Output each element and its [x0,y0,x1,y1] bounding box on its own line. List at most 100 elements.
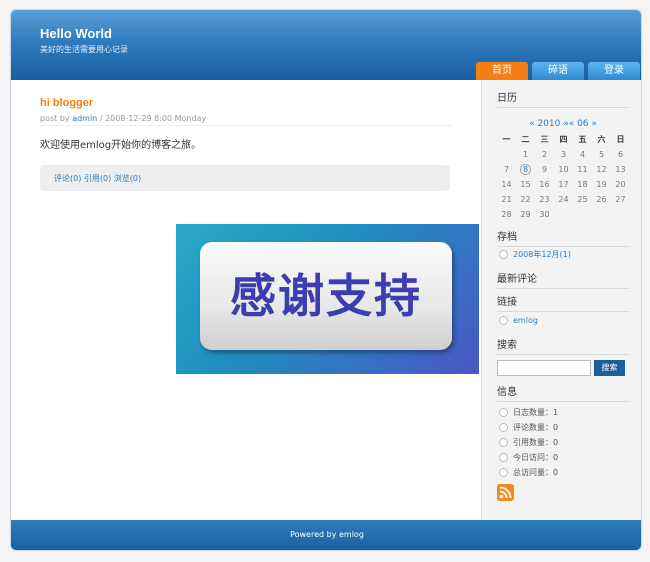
calendar-day[interactable]: 23 [535,192,554,207]
calendar-day[interactable]: 20 [611,177,630,192]
calendar-week-row: 28 29 30 [497,207,630,222]
link-item[interactable]: emlog [499,316,538,325]
sidebar: 日历 « 2010 »« 06 » 一二三四五六日 1 2 3 4 5 6 7 8 9 10 11 1… [481,80,641,520]
calendar-weekday: 四 [559,135,568,144]
nav-home[interactable]: 首页 [476,62,528,80]
calendar-day[interactable]: 7 [497,162,516,177]
calendar-day[interactable]: 30 [535,207,554,222]
bullet-icon [499,316,508,325]
calendar-day[interactable]: 8 [516,162,535,177]
post-meta: post by admin / 2008-12-29 8:00 Monday [40,114,452,126]
post-body: 欢迎使用emlog开始你的博客之旅。 [40,140,202,151]
banner-plate: 感谢支持 [200,242,452,350]
info-today-visits: 今日访问：0 [513,453,559,462]
calendar-nav[interactable]: « 2010 »« 06 » [497,119,629,129]
calendar-weekday: 六 [597,135,606,144]
calendar-day[interactable]: 15 [516,177,535,192]
bullet-icon [499,468,508,477]
bullet-icon [499,453,508,462]
search-input[interactable] [497,360,591,376]
bullet-icon [499,408,508,417]
calendar-day[interactable]: 22 [516,192,535,207]
trackbacks-link[interactable]: 引用(0) [84,174,111,183]
thanks-banner-image: 感谢支持 [176,224,479,374]
calendar-weekday: 一 [502,135,511,144]
rss-icon[interactable] [497,484,514,501]
info-heading: 信息 [497,383,629,402]
calendar-day[interactable]: 18 [573,177,592,192]
calendar-day[interactable]: 17 [554,177,573,192]
calendar-day[interactable]: 12 [592,162,611,177]
calendar-day[interactable]: 29 [516,207,535,222]
nav-login[interactable]: 登录 [588,62,640,80]
bullet-icon [499,423,508,432]
calendar-day [497,147,516,162]
calendar-day [611,207,630,222]
post-meta-prefix: post by [40,114,70,123]
calendar-day [592,207,611,222]
bullet-icon [499,438,508,447]
calendar-day[interactable]: 4 [573,147,592,162]
archive-heading: 存档 [497,228,629,247]
calendar-weekday: 五 [578,135,587,144]
calendar-day[interactable]: 2 [535,147,554,162]
calendar-weekday-row: 一二三四五六日 [497,132,630,147]
calendar-weekday: 二 [521,135,530,144]
calendar-day[interactable]: 9 [535,162,554,177]
calendar-weekday: 三 [540,135,549,144]
calendar-today-marker[interactable]: 8 [519,164,532,175]
emlog-link[interactable]: emlog [513,316,538,325]
calendar-day[interactable]: 16 [535,177,554,192]
post-meta-date: / 2008-12-29 8:00 Monday [99,114,207,123]
info-post-count: 日志数量：1 [513,408,559,417]
calendar-week-row: 21 22 23 24 25 26 27 [497,192,630,207]
recent-comments-heading: 最新评论 [497,270,629,289]
calendar-day[interactable]: 25 [573,192,592,207]
calendar-day[interactable]: 1 [516,147,535,162]
calendar-day[interactable]: 24 [554,192,573,207]
calendar-day[interactable]: 26 [592,192,611,207]
calendar-day [573,207,592,222]
links-heading: 链接 [497,293,629,312]
calendar-day[interactable]: 13 [611,162,630,177]
calendar-day[interactable]: 28 [497,207,516,222]
site-header: Hello World 美好的生活需要用心记录 首页 碎语 登录 [11,10,641,80]
calendar-day[interactable]: 6 [611,147,630,162]
calendar-week-row: 123456 [497,147,630,162]
calendar-day[interactable]: 19 [592,177,611,192]
views-link[interactable]: 浏览(0) [114,174,141,183]
calendar-day[interactable]: 27 [611,192,630,207]
info-trackback-count: 引用数量：0 [513,438,559,447]
calendar-week-row: 7 8 9 10 11 12 13 [497,162,630,177]
calendar-day[interactable]: 14 [497,177,516,192]
archive-link[interactable]: 2008年12月(1) [513,249,571,260]
info-item: 日志数量：1 [499,407,558,418]
comments-link[interactable]: 评论(0) [54,174,81,183]
info-item: 引用数量：0 [499,437,558,448]
page-frame: Hello World 美好的生活需要用心记录 首页 碎语 登录 hi blog… [10,9,642,551]
site-footer: Powered by emlog [11,520,641,550]
calendar-weekday: 日 [616,135,625,144]
info-item: 评论数量：0 [499,422,558,433]
archive-item[interactable]: 2008年12月(1) [499,249,571,260]
calendar-day[interactable]: 21 [497,192,516,207]
calendar-day[interactable]: 3 [554,147,573,162]
info-comment-count: 评论数量：0 [513,423,559,432]
site-subtitle: 美好的生活需要用心记录 [40,45,128,54]
calendar-day[interactable]: 10 [554,162,573,177]
calendar-day[interactable]: 5 [592,147,611,162]
bullet-icon [499,250,508,259]
info-item: 今日访问：0 [499,452,558,463]
search-heading: 搜索 [497,336,629,355]
banner-text: 感谢支持 [230,269,422,323]
calendar-day [554,207,573,222]
nav-twitter[interactable]: 碎语 [532,62,584,80]
post-author-link[interactable]: admin [72,114,97,123]
site-title[interactable]: Hello World [40,26,112,41]
calendar-day[interactable]: 11 [573,162,592,177]
search-button[interactable]: 搜索 [594,360,625,376]
info-item: 总访问量：0 [499,467,558,478]
calendar-table: 一二三四五六日 1 2 3 4 5 6 7 8 9 10 11 12 13 14 15 16 17 18 19 20 2… [497,132,630,222]
post-title[interactable]: hi blogger [40,97,93,109]
main-content: hi blogger post by admin / 2008-12-29 8:… [11,80,481,520]
